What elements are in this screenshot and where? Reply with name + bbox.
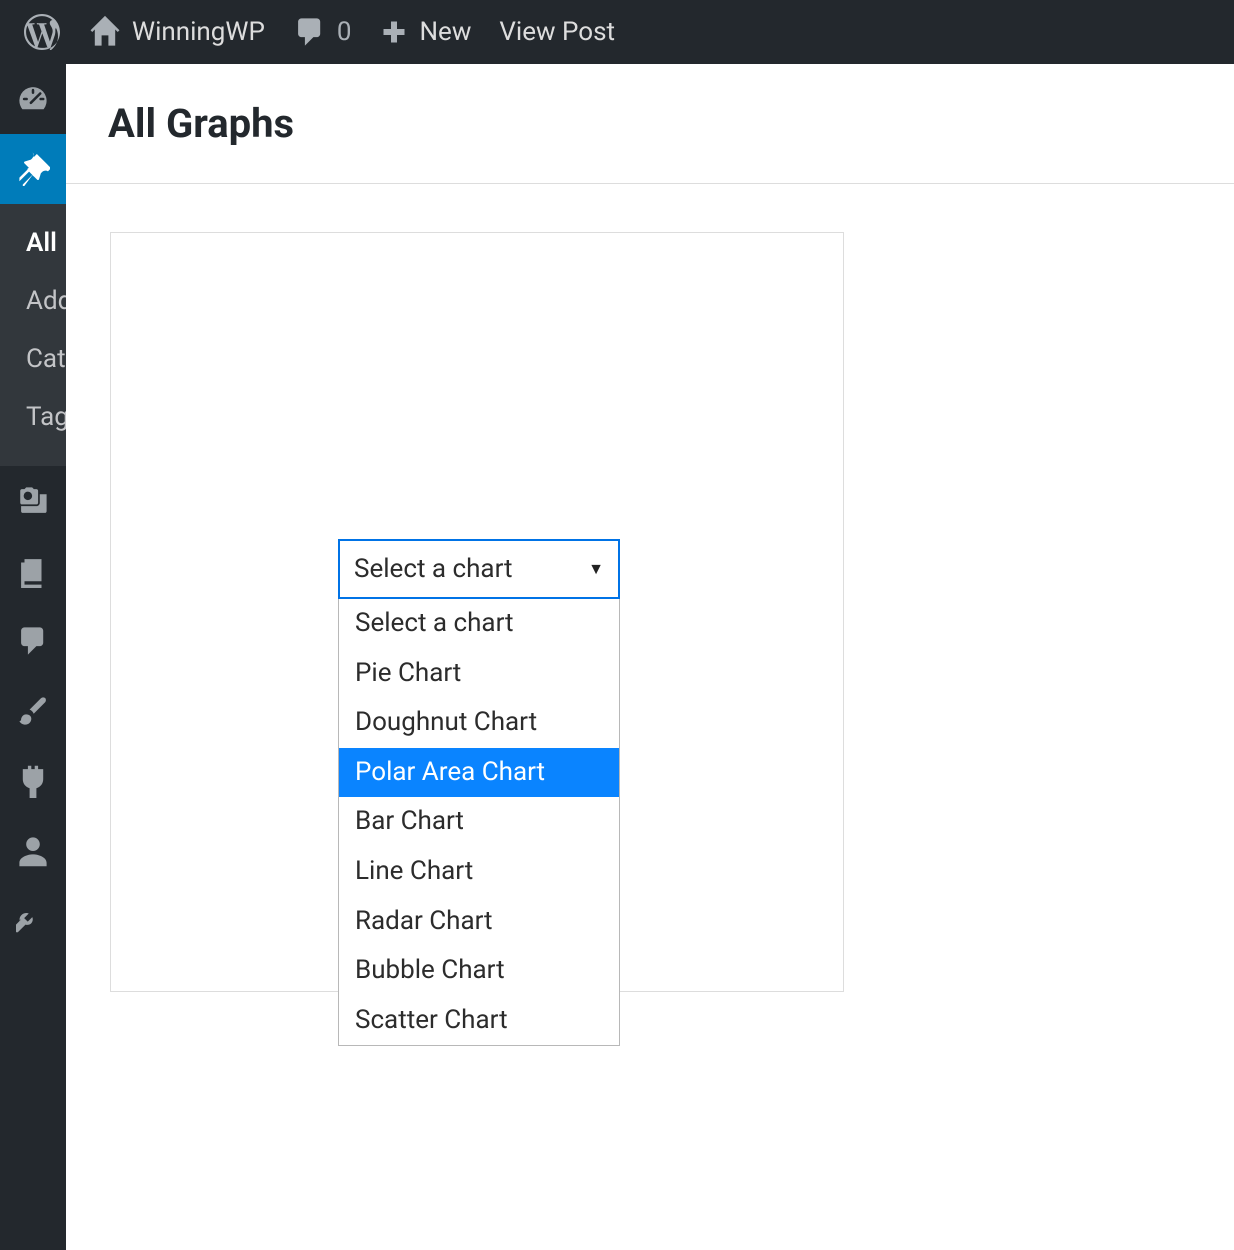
chart-type-option[interactable]: Select a chart [339,599,619,649]
sidebar-plugins[interactable] [0,746,66,816]
submenu-add[interactable]: Add [0,272,66,330]
submenu-all[interactable]: All [0,214,66,272]
sidebar-media[interactable] [0,466,66,536]
dropdown-arrow-icon: ▼ [588,559,604,579]
comments-icon [16,624,50,658]
comment-icon [293,15,327,49]
home-icon [88,15,122,49]
wordpress-logo-menu[interactable] [10,0,74,64]
chart-type-option[interactable]: Doughnut Chart [339,698,619,748]
graph-panel: Select a chart ▼ Select a chartPie Chart… [110,232,844,992]
chart-type-option[interactable]: Bubble Chart [339,946,619,996]
brush-icon [16,694,50,728]
sidebar-pages[interactable] [0,536,66,606]
comments-link[interactable]: 0 [279,0,366,64]
chart-type-option[interactable]: Radar Chart [339,897,619,947]
user-icon [16,834,50,868]
plugin-icon [16,764,50,798]
pin-icon [16,152,50,186]
chart-type-option[interactable]: Pie Chart [339,649,619,699]
media-icon [16,484,50,518]
sidebar-posts[interactable] [0,134,66,204]
wordpress-icon [24,14,60,50]
sidebar-dashboard[interactable] [0,64,66,134]
sidebar-tools[interactable] [0,886,66,956]
new-label: New [419,17,471,47]
view-post-link[interactable]: View Post [485,0,629,64]
plus-icon [379,17,409,47]
sidebar-appearance[interactable] [0,676,66,746]
chart-type-option[interactable]: Line Chart [339,847,619,897]
site-home-link[interactable]: WinningWP [74,0,279,64]
admin-sidebar: All Add Cat Tag [0,64,66,1250]
chart-type-option[interactable]: Bar Chart [339,797,619,847]
pages-icon [16,554,50,588]
dashboard-icon [16,82,50,116]
sidebar-comments[interactable] [0,606,66,676]
chart-type-option[interactable]: Polar Area Chart [339,748,619,798]
admin-toolbar: WinningWP 0 New View Post [0,0,1234,64]
main-content: All Graphs Select a chart ▼ Select a cha… [66,64,1234,1250]
new-content-link[interactable]: New [365,0,485,64]
sidebar-users[interactable] [0,816,66,886]
page-title: All Graphs [66,64,1234,183]
submenu-tags[interactable]: Tag [0,388,66,446]
submenu-categories[interactable]: Cat [0,330,66,388]
site-name-label: WinningWP [132,17,265,47]
select-current-value: Select a chart [354,554,513,584]
comment-count: 0 [337,17,352,47]
view-post-label: View Post [499,17,615,47]
chart-type-options: Select a chartPie ChartDoughnut ChartPol… [338,599,620,1046]
chart-type-select[interactable]: Select a chart ▼ [338,539,620,599]
chart-type-option[interactable]: Scatter Chart [339,996,619,1046]
sidebar-submenu: All Add Cat Tag [0,204,66,466]
wrench-icon [16,904,50,938]
divider [66,183,1234,184]
